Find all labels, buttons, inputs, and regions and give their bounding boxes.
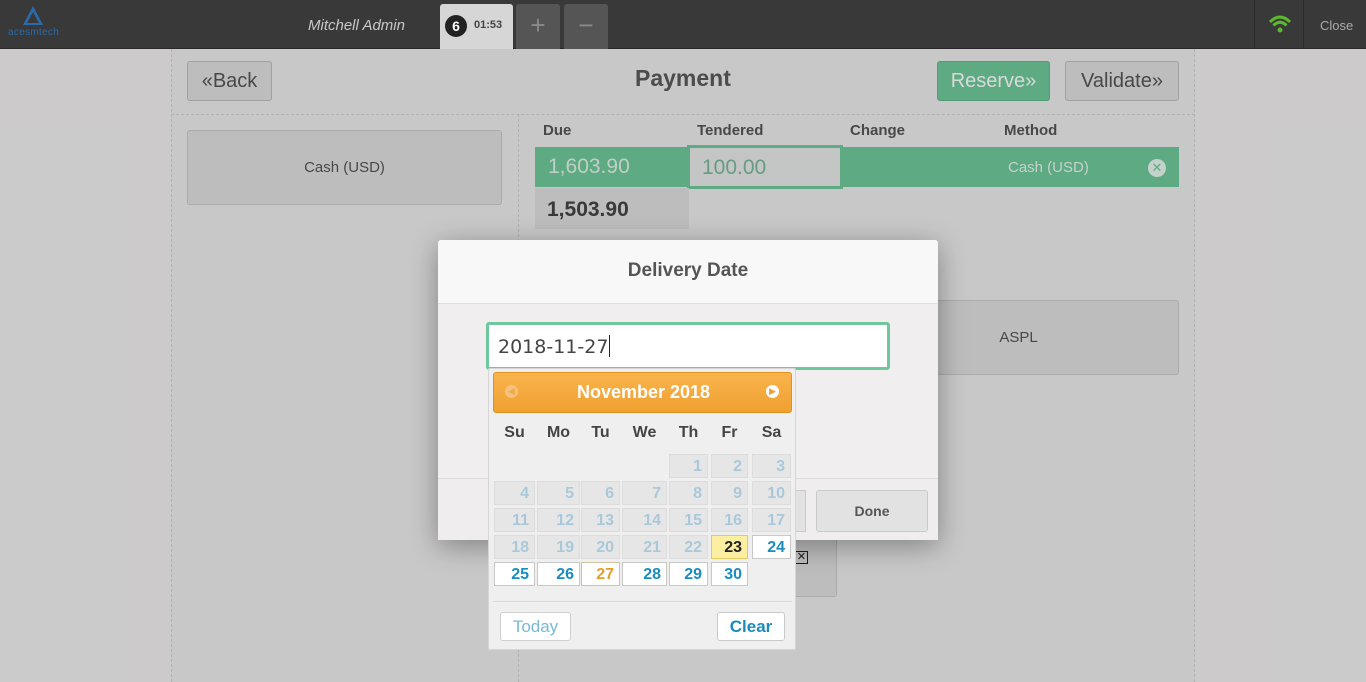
user-name[interactable]: Mitchell Admin — [308, 17, 405, 34]
text-cursor — [609, 335, 611, 357]
done-button[interactable]: Done — [816, 490, 928, 532]
calendar-day[interactable]: 27 — [581, 562, 620, 586]
weekday-header: Fr — [721, 424, 738, 441]
calendar-day: 7 — [622, 481, 667, 505]
calendar-day: 9 — [711, 481, 748, 505]
weekday-header: Mo — [546, 424, 571, 441]
wifi-icon — [1268, 15, 1292, 33]
datepicker-month-title[interactable]: November 2018 — [494, 373, 793, 412]
logo-text: acesmtech — [8, 27, 60, 38]
datepicker-divider — [493, 601, 792, 602]
datepicker-today-button[interactable]: Today — [500, 612, 571, 641]
datepicker-header: ◀ November 2018 ▶ — [493, 372, 792, 413]
calendar-day: 21 — [622, 535, 667, 559]
weekday-header: Sa — [761, 424, 782, 441]
calendar-day: 3 — [752, 454, 791, 478]
calendar-day: 12 — [537, 508, 580, 532]
modal-title: Delivery Date — [438, 240, 938, 304]
calendar-day[interactable]: 30 — [711, 562, 748, 586]
order-time: 01:53 — [474, 19, 503, 31]
calendar-day: 10 — [752, 481, 791, 505]
calendar-day: 6 — [581, 481, 620, 505]
datepicker-clear-button[interactable]: Clear — [717, 612, 785, 641]
weekday-header: Tu — [591, 424, 610, 441]
calendar-day: 8 — [669, 481, 708, 505]
calendar-day: 13 — [581, 508, 620, 532]
calendar-day: 4 — [494, 481, 535, 505]
calendar-day: 22 — [669, 535, 708, 559]
calendar-day: 18 — [494, 535, 535, 559]
calendar-day: 20 — [581, 535, 620, 559]
calendar-day: 5 — [537, 481, 580, 505]
calendar-day: 2 — [711, 454, 748, 478]
calendar-day: 16 — [711, 508, 748, 532]
calendar-day: 11 — [494, 508, 535, 532]
calendar-day: 1 — [669, 454, 708, 478]
weekday-header: Su — [504, 424, 525, 441]
calendar-day: 17 — [752, 508, 791, 532]
calendar-day: 15 — [669, 508, 708, 532]
connection-status[interactable] — [1254, 0, 1304, 49]
weekday-header: We — [632, 424, 657, 441]
calendar-day: 19 — [537, 535, 580, 559]
calendar-day[interactable]: 26 — [537, 562, 580, 586]
order-tab[interactable]: 6 01:53 — [440, 4, 513, 49]
calendar-day[interactable]: 24 — [752, 535, 791, 559]
delivery-date-input[interactable]: 2018-11-27 — [486, 322, 890, 370]
calendar-day[interactable]: 25 — [494, 562, 535, 586]
add-order-button[interactable]: + — [516, 4, 560, 49]
order-number-badge: 6 — [445, 15, 467, 37]
calendar-day: 14 — [622, 508, 667, 532]
close-button[interactable]: Close — [1320, 18, 1353, 33]
calendar-day[interactable]: 28 — [622, 562, 667, 586]
weekday-header: Th — [678, 424, 699, 441]
calendar-day[interactable]: 29 — [669, 562, 708, 586]
calendar-day[interactable]: 23 — [711, 535, 748, 559]
next-month-icon[interactable]: ▶ — [766, 385, 779, 398]
top-bar: acesmtech Mitchell Admin 6 01:53 + − Clo… — [0, 0, 1366, 49]
remove-order-button[interactable]: − — [564, 4, 608, 49]
